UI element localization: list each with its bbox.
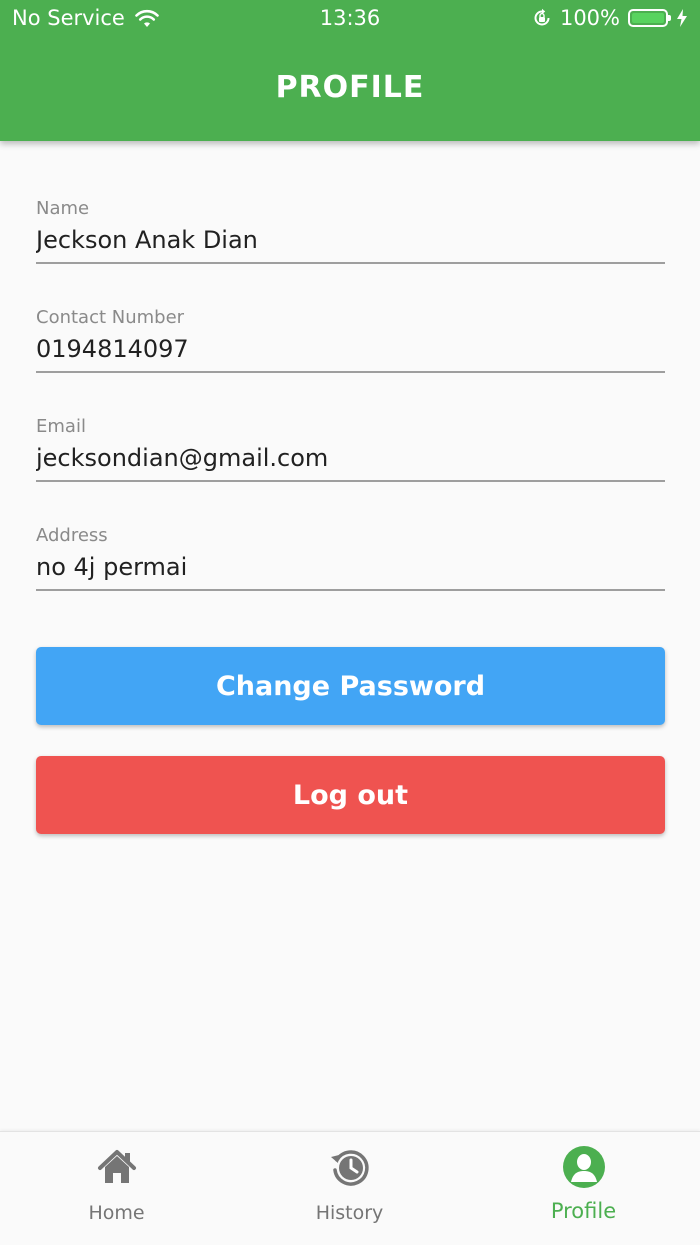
history-icon	[331, 1150, 369, 1186]
name-field: Name	[36, 196, 665, 264]
status-right: 100%	[532, 6, 688, 30]
email-input[interactable]	[36, 440, 665, 482]
bottom-navigation: Home History Profile	[0, 1131, 700, 1245]
change-password-button[interactable]: Change Password	[36, 647, 665, 725]
nav-label-home: Home	[88, 1202, 145, 1224]
app-bar: No Service 13:36 100% PROFILE	[0, 0, 700, 141]
page-title: PROFILE	[275, 70, 425, 105]
address-field: Address	[36, 523, 665, 591]
name-label: Name	[36, 198, 90, 219]
status-bar: No Service 13:36 100%	[0, 0, 700, 40]
contact-number-label: Contact Number	[36, 307, 185, 328]
address-input[interactable]	[36, 549, 665, 591]
email-label: Email	[36, 416, 86, 437]
battery-level	[632, 13, 664, 23]
address-label: Address	[36, 525, 108, 546]
home-icon	[98, 1150, 136, 1183]
battery-percentage: 100%	[559, 6, 620, 30]
orientation-lock-icon	[534, 8, 550, 26]
nav-item-profile[interactable]: Profile	[467, 1132, 700, 1245]
logout-button[interactable]: Log out	[36, 756, 665, 834]
nav-item-home[interactable]: Home	[0, 1132, 233, 1245]
profile-icon	[563, 1146, 605, 1188]
name-input[interactable]	[36, 222, 665, 264]
nav-label-history: History	[315, 1202, 384, 1224]
battery-icon	[628, 9, 671, 27]
charging-icon	[677, 9, 687, 27]
contact-number-input[interactable]	[36, 331, 665, 373]
nav-label-profile: Profile	[550, 1199, 617, 1223]
email-field: Email	[36, 414, 665, 482]
contact-number-field: Contact Number	[36, 305, 665, 373]
nav-item-history[interactable]: History	[233, 1132, 466, 1245]
